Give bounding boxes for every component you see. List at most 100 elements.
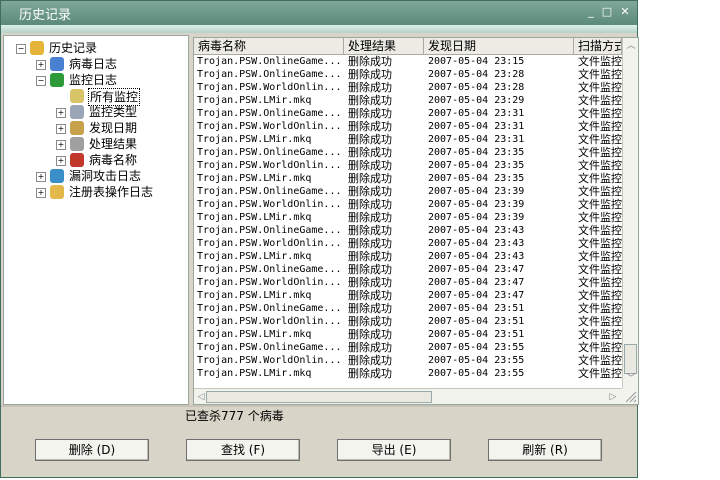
- table-row[interactable]: Trojan.PSW.LMir.mkq 删除成功 2007-05-04 23:55 文…: [194, 367, 622, 380]
- tree-node-label[interactable]: 监控日志: [68, 72, 118, 88]
- table-row[interactable]: Trojan.PSW.WorldOnlin... 删除成功 2007-05-04 2…: [194, 354, 622, 367]
- table-row[interactable]: Trojan.PSW.WorldOnlin... 删除成功 2007-05-04 2…: [194, 81, 622, 94]
- cell-virus-name: Trojan.PSW.OnlineGame...: [197, 56, 342, 67]
- table-row[interactable]: Trojan.PSW.WorldOnlin... 删除成功 2007-05-04 2…: [194, 315, 622, 328]
- table-row[interactable]: Trojan.PSW.WorldOnlin... 删除成功 2007-05-04 2…: [194, 198, 622, 211]
- cell-result: 删除成功: [348, 289, 392, 302]
- cell-date: 2007-05-04 23:43: [428, 251, 525, 262]
- minimize-button[interactable]: _: [585, 6, 597, 18]
- tree-node-label[interactable]: 发现日期: [88, 120, 138, 136]
- table-row[interactable]: Trojan.PSW.OnlineGame... 删除成功 2007-05-04 2…: [194, 341, 622, 354]
- cell-scan-mode: 文件监控: [578, 172, 622, 185]
- tree-node[interactable]: − 历史记录: [4, 40, 188, 56]
- cell-scan-mode: 文件监控: [578, 185, 622, 198]
- tree-node[interactable]: − 监控日志: [4, 72, 188, 88]
- table-row[interactable]: Trojan.PSW.OnlineGame... 删除成功 2007-05-04 2…: [194, 263, 622, 276]
- tree-node[interactable]: + 漏洞攻击日志: [4, 168, 188, 184]
- cell-scan-mode: 文件监控: [578, 146, 622, 159]
- table-row[interactable]: Trojan.PSW.OnlineGame... 删除成功 2007-05-04 2…: [194, 146, 622, 159]
- delete-button[interactable]: 删除 (D): [35, 439, 149, 461]
- history-window: 历史记录 _ □ ✕ − 历史记录 + 病毒日志 − 监控日志 所有监控 + 监控类型 + 发现日期…: [0, 0, 639, 478]
- tree-node[interactable]: + 处理结果: [4, 136, 188, 152]
- log-table[interactable]: 病毒名称 处理结果 发现日期 扫描方式 Trojan.PSW.OnlineGam…: [193, 37, 639, 405]
- cell-date: 2007-05-04 23:28: [428, 69, 525, 80]
- table-row[interactable]: Trojan.PSW.OnlineGame... 删除成功 2007-05-04 2…: [194, 185, 622, 198]
- table-row[interactable]: Trojan.PSW.LMir.mkq 删除成功 2007-05-04 23:51 文…: [194, 328, 622, 341]
- cell-date: 2007-05-04 23:55: [428, 355, 525, 366]
- tree-node-label[interactable]: 历史记录: [48, 40, 98, 56]
- expand-icon[interactable]: +: [56, 108, 66, 118]
- cell-date: 2007-05-04 23:28: [428, 82, 525, 93]
- expand-icon[interactable]: +: [56, 156, 66, 166]
- tree-node-label[interactable]: 监控类型: [88, 104, 138, 120]
- expand-icon[interactable]: +: [56, 140, 66, 150]
- expand-icon[interactable]: +: [36, 172, 46, 182]
- expand-icon[interactable]: +: [36, 60, 46, 70]
- cell-result: 删除成功: [348, 68, 392, 81]
- table-row[interactable]: Trojan.PSW.OnlineGame... 删除成功 2007-05-04 2…: [194, 55, 622, 68]
- column-header-date[interactable]: 发现日期: [424, 38, 574, 54]
- vertical-scrollbar[interactable]: ︿ ﹀: [622, 38, 638, 388]
- tree-node-label[interactable]: 漏洞攻击日志: [68, 168, 142, 184]
- table-row[interactable]: Trojan.PSW.OnlineGame... 删除成功 2007-05-04 2…: [194, 107, 622, 120]
- cell-scan-mode: 文件监控: [578, 367, 622, 380]
- tree-node-label[interactable]: 注册表操作日志: [68, 184, 154, 200]
- cell-scan-mode: 文件监控: [578, 120, 622, 133]
- cell-date: 2007-05-04 23:51: [428, 303, 525, 314]
- scroll-down-icon[interactable]: ﹀: [624, 372, 638, 386]
- divider: [1, 405, 637, 407]
- cell-date: 2007-05-04 23:55: [428, 342, 525, 353]
- expand-icon[interactable]: +: [36, 188, 46, 198]
- scroll-up-icon[interactable]: ︿: [624, 39, 638, 53]
- column-header-result[interactable]: 处理结果: [344, 38, 424, 54]
- table-row[interactable]: Trojan.PSW.WorldOnlin... 删除成功 2007-05-04 2…: [194, 276, 622, 289]
- export-button[interactable]: 导出 (E): [337, 439, 451, 461]
- cell-result: 删除成功: [348, 172, 392, 185]
- cell-virus-name: Trojan.PSW.WorldOnlin...: [197, 316, 342, 327]
- column-header-virus-name[interactable]: 病毒名称: [194, 38, 344, 54]
- tree-node-label[interactable]: 病毒日志: [68, 56, 118, 72]
- table-row[interactable]: Trojan.PSW.WorldOnlin... 删除成功 2007-05-04 2…: [194, 159, 622, 172]
- tree-node-label[interactable]: 处理结果: [88, 136, 138, 152]
- table-row[interactable]: Trojan.PSW.OnlineGame... 删除成功 2007-05-04 2…: [194, 302, 622, 315]
- cell-result: 删除成功: [348, 263, 392, 276]
- tree-node[interactable]: + 监控类型: [4, 104, 188, 120]
- tree-node[interactable]: 所有监控: [4, 88, 188, 106]
- collapse-icon[interactable]: −: [16, 44, 26, 54]
- maximize-button[interactable]: □: [601, 6, 613, 18]
- horizontal-scroll-thumb[interactable]: [206, 391, 432, 403]
- tree-node[interactable]: + 病毒日志: [4, 56, 188, 72]
- tree-node[interactable]: + 病毒名称: [4, 152, 188, 168]
- table-row[interactable]: Trojan.PSW.LMir.mkq 删除成功 2007-05-04 23:35 文…: [194, 172, 622, 185]
- tree-node[interactable]: + 注册表操作日志: [4, 184, 188, 200]
- scroll-right-icon[interactable]: ▷: [606, 390, 620, 404]
- tree-node[interactable]: + 发现日期: [4, 120, 188, 136]
- title-bar[interactable]: 历史记录 _ □ ✕: [1, 1, 637, 25]
- cell-date: 2007-05-04 23:39: [428, 212, 525, 223]
- refresh-button[interactable]: 刷新 (R): [488, 439, 602, 461]
- clock-icon: [70, 121, 84, 135]
- tree-node-label[interactable]: 病毒名称: [88, 152, 138, 168]
- table-row[interactable]: Trojan.PSW.LMir.mkq 删除成功 2007-05-04 23:43 文…: [194, 250, 622, 263]
- table-row[interactable]: Trojan.PSW.WorldOnlin... 删除成功 2007-05-04 2…: [194, 237, 622, 250]
- find-button[interactable]: 查找 (F): [186, 439, 300, 461]
- cell-scan-mode: 文件监控: [578, 315, 622, 328]
- table-row[interactable]: Trojan.PSW.LMir.mkq 删除成功 2007-05-04 23:47 文…: [194, 289, 622, 302]
- table-row[interactable]: Trojan.PSW.LMir.mkq 删除成功 2007-05-04 23:39 文…: [194, 211, 622, 224]
- window-title: 历史记录: [19, 8, 72, 23]
- column-header-scan-mode[interactable]: 扫描方式: [574, 38, 622, 54]
- log-tree[interactable]: − 历史记录 + 病毒日志 − 监控日志 所有监控 + 监控类型 + 发现日期 + 处理结果 + 病毒名称 +…: [3, 35, 189, 405]
- expand-icon[interactable]: +: [56, 124, 66, 134]
- close-button[interactable]: ✕: [619, 6, 631, 18]
- table-row[interactable]: Trojan.PSW.OnlineGame... 删除成功 2007-05-04 2…: [194, 224, 622, 237]
- document-check-icon: [70, 137, 84, 151]
- table-row[interactable]: Trojan.PSW.LMir.mkq 删除成功 2007-05-04 23:29 文…: [194, 94, 622, 107]
- cell-result: 删除成功: [348, 367, 392, 380]
- table-row[interactable]: Trojan.PSW.LMir.mkq 删除成功 2007-05-04 23:31 文…: [194, 133, 622, 146]
- vertical-scroll-thumb[interactable]: [624, 344, 637, 374]
- table-row[interactable]: Trojan.PSW.OnlineGame... 删除成功 2007-05-04 2…: [194, 68, 622, 81]
- horizontal-scrollbar[interactable]: ◁ ▷: [194, 388, 622, 404]
- resize-grip-icon[interactable]: [622, 388, 638, 404]
- table-row[interactable]: Trojan.PSW.WorldOnlin... 删除成功 2007-05-04 2…: [194, 120, 622, 133]
- collapse-icon[interactable]: −: [36, 76, 46, 86]
